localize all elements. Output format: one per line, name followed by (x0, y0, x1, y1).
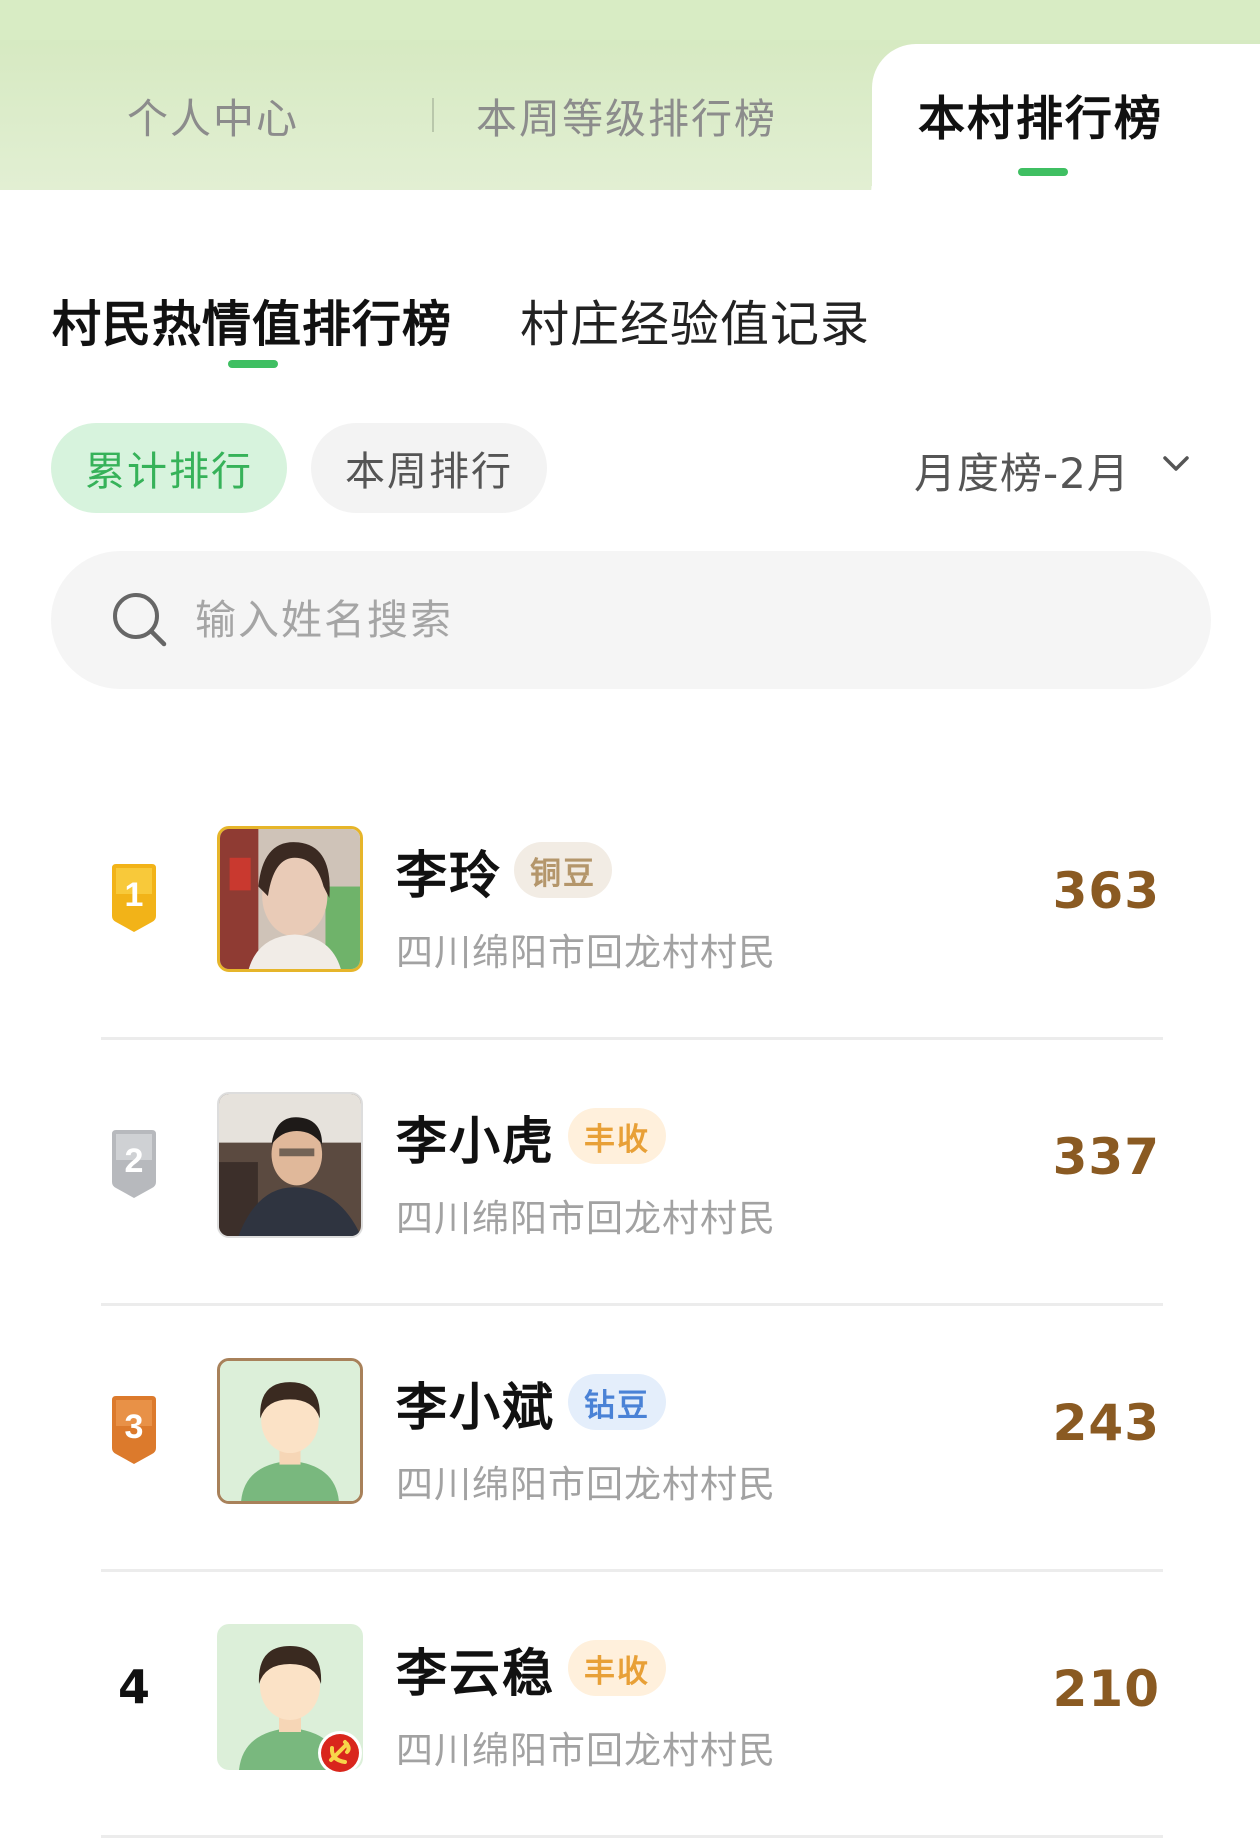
avatar[interactable] (217, 826, 363, 972)
tab-divider (432, 98, 434, 132)
tab-weekly-level-ranking[interactable]: 本周等级排行榜 (476, 85, 777, 145)
villager-name: 李云稳 (396, 1645, 556, 1704)
villager-location: 四川绵阳市回龙村村民 (396, 1729, 776, 1772)
search-bar (51, 551, 1211, 689)
filter-total-ranking[interactable]: 累计排行 (51, 423, 287, 513)
search-input[interactable] (195, 581, 1095, 659)
rank-bronze-badge-icon: 3 (112, 1396, 156, 1464)
enthusiasm-score: 363 (1052, 862, 1160, 920)
tab-village-ranking[interactable]: 本村排行榜 (918, 80, 1163, 149)
subtab-village-experience-record[interactable]: 村庄经验值记录 (520, 285, 870, 356)
level-tag: 钻豆 (568, 1374, 666, 1430)
list-item[interactable]: 3 李小斌 钻豆 四川绵阳市回龙村村民 243 (0, 1306, 1260, 1572)
villager-location: 四川绵阳市回龙村村民 (396, 931, 776, 974)
list-item[interactable]: 4 李云稳 丰收 四川绵阳市回龙村村民 210 (0, 1572, 1260, 1838)
villager-location: 四川绵阳市回龙村村民 (396, 1197, 776, 1240)
active-tab-indicator (1018, 168, 1068, 176)
level-tag: 铜豆 (514, 842, 612, 898)
list-item[interactable]: 2 李小虎 丰收 四川绵阳市回龙村村民 337 (0, 1040, 1260, 1306)
villager-location: 四川绵阳市回龙村村民 (396, 1463, 776, 1506)
search-icon (113, 593, 167, 647)
level-tag: 丰收 (568, 1640, 666, 1696)
tab-personal-center[interactable]: 个人中心 (127, 85, 299, 145)
chevron-down-icon[interactable] (1160, 448, 1192, 480)
villager-name: 李玲 (396, 847, 503, 906)
avatar[interactable] (217, 1358, 363, 1504)
rank-silver-badge-icon: 2 (112, 1130, 156, 1198)
avatar[interactable] (217, 1092, 363, 1238)
villager-name: 李小虎 (396, 1113, 556, 1172)
svg-text:3: 3 (125, 1408, 144, 1446)
svg-text:1: 1 (125, 876, 144, 914)
party-member-badge-icon (318, 1731, 362, 1775)
rank-gold-badge-icon: 1 (112, 864, 156, 932)
villager-name: 李小斌 (396, 1379, 556, 1438)
subtab-villager-enthusiasm-ranking[interactable]: 村民热情值排行榜 (52, 285, 452, 356)
active-subtab-indicator (228, 360, 278, 368)
list-item[interactable]: 1 李玲 铜豆 四川绵阳市回龙村村民 363 (0, 774, 1260, 1040)
period-selector[interactable]: 月度榜-2月 (914, 440, 1130, 501)
top-strip (0, 0, 1260, 40)
divider (101, 1835, 1163, 1838)
enthusiasm-score: 337 (1052, 1128, 1160, 1186)
rank-number: 4 (117, 1660, 150, 1714)
filter-weekly-ranking[interactable]: 本周排行 (311, 423, 547, 513)
svg-text:2: 2 (125, 1142, 144, 1180)
level-tag: 丰收 (568, 1108, 666, 1164)
enthusiasm-score: 210 (1052, 1660, 1160, 1718)
enthusiasm-score: 243 (1052, 1394, 1160, 1452)
